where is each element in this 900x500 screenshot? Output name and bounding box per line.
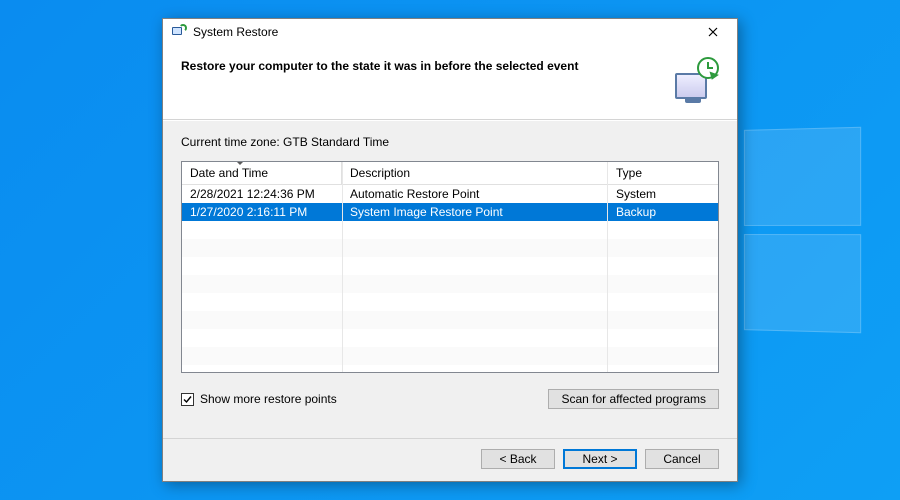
scan-affected-programs-button[interactable]: Scan for affected programs	[548, 389, 719, 409]
dialog-footer: < Back Next > Cancel	[163, 438, 737, 481]
empty-row	[182, 239, 718, 257]
dialog-body: Current time zone: GTB Standard Time Dat…	[163, 120, 737, 438]
empty-row	[182, 293, 718, 311]
empty-row	[182, 329, 718, 347]
close-icon	[708, 27, 718, 37]
dialog-header: Restore your computer to the state it wa…	[163, 45, 737, 120]
close-button[interactable]	[695, 22, 731, 42]
back-button[interactable]: < Back	[481, 449, 555, 469]
cell-date-time: 2/28/2021 12:24:36 PM	[182, 187, 342, 201]
cancel-button[interactable]: Cancel	[645, 449, 719, 469]
table-header: Date and Time Description Type	[182, 162, 718, 185]
system-restore-icon	[171, 24, 187, 40]
cell-description: Automatic Restore Point	[342, 187, 608, 201]
cell-type: System	[608, 187, 718, 201]
header-heading: Restore your computer to the state it wa…	[181, 57, 665, 73]
empty-row	[182, 221, 718, 239]
table-row-selected[interactable]: 1/27/2020 2:16:11 PM System Image Restor…	[182, 203, 718, 221]
next-button[interactable]: Next >	[563, 449, 637, 469]
checkbox-box	[181, 393, 194, 406]
cell-date-time: 1/27/2020 2:16:11 PM	[182, 205, 342, 219]
cell-description: System Image Restore Point	[342, 205, 608, 219]
cell-type: Backup	[608, 205, 718, 219]
column-header-date-time[interactable]: Date and Time	[182, 162, 342, 184]
table-row[interactable]: 2/28/2021 12:24:36 PM Automatic Restore …	[182, 185, 718, 203]
empty-row	[182, 257, 718, 275]
timezone-label: Current time zone: GTB Standard Time	[181, 135, 719, 149]
checkmark-icon	[182, 394, 193, 405]
system-restore-dialog: System Restore Restore your computer to …	[162, 18, 738, 482]
restore-clock-icon	[675, 57, 719, 101]
empty-row	[182, 311, 718, 329]
column-header-description[interactable]: Description	[342, 162, 608, 184]
empty-row	[182, 347, 718, 365]
restore-points-table[interactable]: Date and Time Description Type 2/28/2021…	[181, 161, 719, 373]
sort-indicator-icon	[236, 161, 244, 165]
column-header-type[interactable]: Type	[608, 162, 718, 184]
show-more-checkbox[interactable]: Show more restore points	[181, 392, 337, 406]
window-title: System Restore	[193, 25, 278, 39]
empty-row	[182, 275, 718, 293]
show-more-label: Show more restore points	[200, 392, 337, 406]
titlebar: System Restore	[163, 19, 737, 45]
column-header-label: Date and Time	[190, 166, 268, 180]
below-table-row: Show more restore points Scan for affect…	[181, 389, 719, 409]
